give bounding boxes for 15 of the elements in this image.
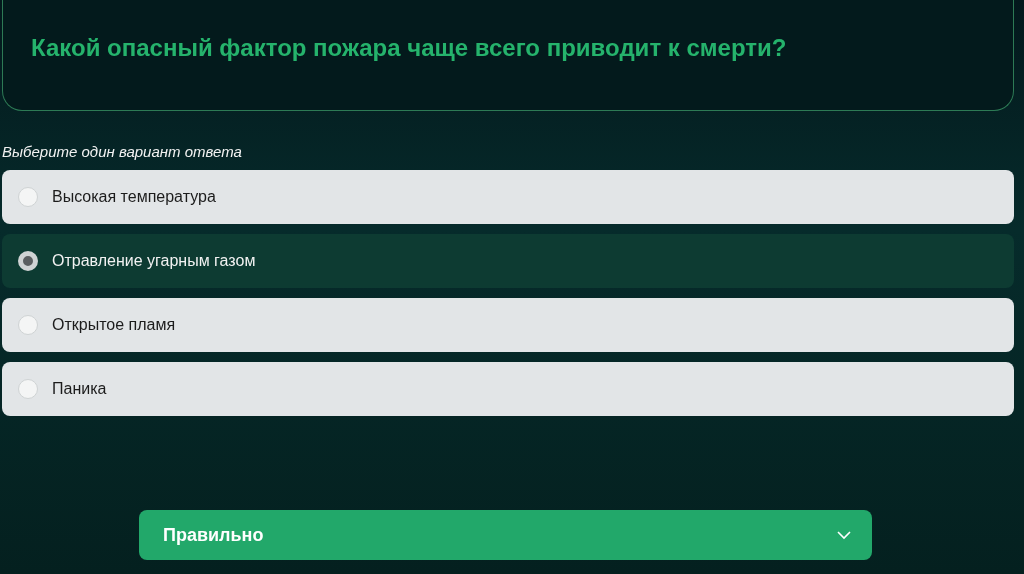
- option-label: Паника: [52, 380, 107, 398]
- option-label: Высокая температура: [52, 188, 216, 206]
- radio-button[interactable]: [18, 251, 38, 271]
- option-label: Открытое пламя: [52, 316, 176, 334]
- question-text: Какой опасный фактор пожара чаще всего приводит к смерти?: [31, 34, 788, 62]
- chevron-icon: [836, 530, 852, 540]
- answer-option[interactable]: Отравление угарным газом: [2, 234, 1014, 288]
- option-label: Отравление угарным газом: [52, 252, 256, 270]
- answer-option[interactable]: Паника: [2, 362, 1014, 416]
- answer-option[interactable]: Открытое пламя: [2, 298, 1014, 352]
- radio-button[interactable]: [18, 379, 38, 399]
- radio-button[interactable]: [18, 187, 38, 207]
- radio-button[interactable]: [18, 315, 38, 335]
- answer-option[interactable]: Высокая температура: [2, 170, 1014, 224]
- instruction-text: Выберите один вариант ответа: [2, 143, 242, 160]
